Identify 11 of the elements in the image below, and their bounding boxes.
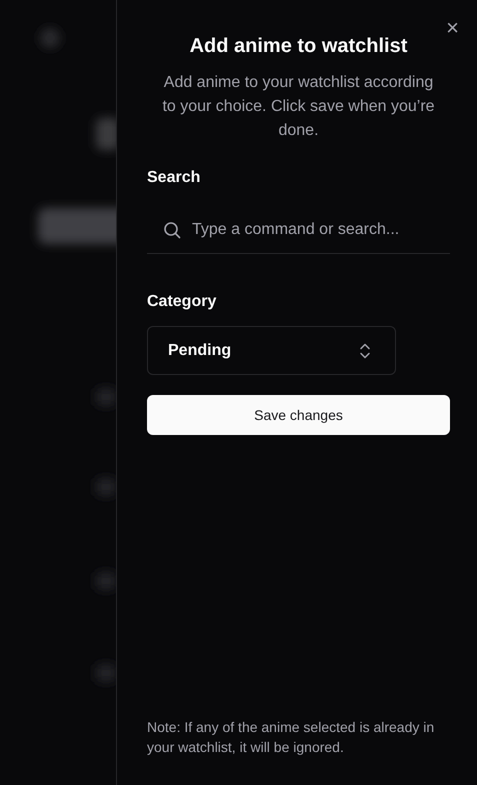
- note-text: Note: If any of the anime selected is already in your watchlist, it will be ignored.: [147, 718, 436, 757]
- category-label: Category: [147, 292, 218, 312]
- save-button[interactable]: Save changes: [147, 395, 450, 435]
- category-select[interactable]: Pending: [147, 326, 396, 375]
- chevrons-icon: [359, 342, 371, 360]
- sheet-title: Add anime to watchlist: [188, 34, 408, 59]
- search-icon: [163, 221, 181, 239]
- search-label: Search: [147, 168, 202, 188]
- search-field[interactable]: Type a command or search...: [147, 206, 450, 254]
- close-button[interactable]: ×: [446, 18, 459, 38]
- sheet-description: Add anime to your watchlist according to your choice. Click save when you’re done.: [161, 73, 436, 141]
